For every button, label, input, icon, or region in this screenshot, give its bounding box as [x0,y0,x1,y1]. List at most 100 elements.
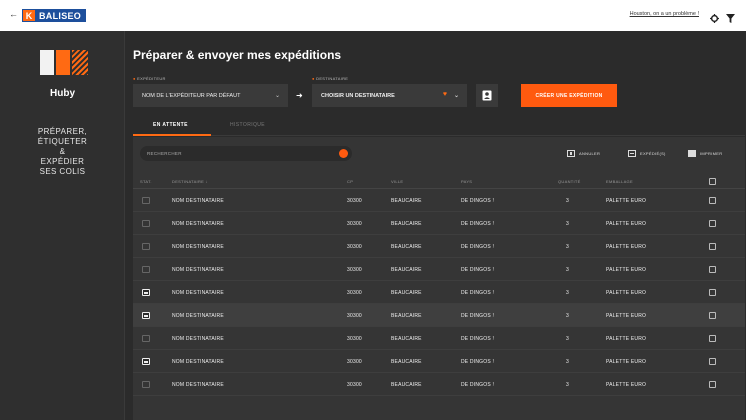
cell-cp: 30300 [347,267,362,273]
search-placeholder: RECHERCHER [147,151,182,156]
ship-icon [628,150,636,157]
recipient-select[interactable]: CHOISIR UN DESTINATAIRE ♥ ⌄ [312,84,467,107]
row-checkbox[interactable] [709,220,716,227]
table-row[interactable]: NOM DESTINATAIRE 30300 BEAUCAIRE DE DINGOS … [133,212,745,235]
row-checkbox[interactable] [709,197,716,204]
column-stat[interactable]: STAT. [140,179,152,184]
cell-city: BEAUCAIRE [391,198,422,204]
cell-recipient: NOM DESTINATAIRE [172,290,224,296]
print-label: IMPRIMER [700,151,723,156]
cell-cp: 30300 [347,244,362,250]
table-row[interactable]: NOM DESTINATAIRE 30300 BEAUCAIRE DE DINGOS … [133,281,745,304]
cell-packaging: PALETTE EURO [606,290,647,296]
baliseo-logo[interactable]: K BALISEO [22,9,87,22]
recipient-select-value: CHOISIR UN DESTINATAIRE [321,92,395,99]
row-checkbox[interactable] [709,243,716,250]
cell-packaging: PALETTE EURO [606,221,647,227]
cell-quantity: 3 [566,290,569,296]
column-cp[interactable]: CP [347,179,353,184]
print-button[interactable]: IMPRIMER [688,150,722,157]
row-checkbox[interactable] [709,266,716,273]
column-packaging[interactable]: EMBALLAGE [606,179,633,184]
table-row[interactable]: NOM DESTINATAIRE 30300 BEAUCAIRE DE DINGOS … [133,189,745,212]
main-content: Préparer & envoyer mes expéditions ● EXP… [126,31,746,420]
gear-icon[interactable] [710,10,719,28]
cell-packaging: PALETTE EURO [606,313,647,319]
cell-country: DE DINGOS ! [461,290,495,296]
row-checkbox[interactable] [709,289,716,296]
column-quantity[interactable]: QUANTITÉ [558,179,581,184]
chevron-down-icon: ⌄ [453,93,459,99]
shipments-panel: RECHERCHER ANNULER EXPÉDIÉ(S) IMPRIMER S… [133,137,745,420]
tab-history[interactable]: HISTORIQUE [230,122,265,128]
filter-icon[interactable] [726,10,735,28]
status-icon [142,335,150,342]
cell-city: BEAUCAIRE [391,359,422,365]
cell-packaging: PALETTE EURO [606,382,647,388]
cell-country: DE DINGOS ! [461,382,495,388]
table-row[interactable]: NOM DESTINATAIRE 30300 BEAUCAIRE DE DINGOS … [133,350,745,373]
tab-pending[interactable]: EN ATTENTE [153,122,188,128]
sidebar-tagline: PRÉPARER, ÉTIQUETER & EXPÉDIER SES COLIS [0,127,125,177]
select-all-checkbox[interactable] [709,178,716,185]
table-row[interactable]: NOM DESTINATAIRE 30300 BEAUCAIRE DE DINGOS … [133,258,745,281]
cell-city: BEAUCAIRE [391,336,422,342]
table-row[interactable]: NOM DESTINATAIRE 30300 BEAUCAIRE DE DINGOS … [133,327,745,350]
create-shipment-button[interactable]: CRÉER UNE EXPÉDITION [521,84,617,107]
address-book-button[interactable] [476,84,498,107]
cell-quantity: 3 [566,198,569,204]
help-link[interactable]: Houston, on a un problème ! [630,11,699,17]
heart-icon[interactable]: ♥ [443,91,447,98]
back-arrow-icon[interactable]: ← [9,9,18,19]
cell-packaging: PALETTE EURO [606,336,647,342]
ship-button[interactable]: EXPÉDIÉ(S) [628,150,666,157]
cell-recipient: NOM DESTINATAIRE [172,267,224,273]
tagline-line: ÉTIQUETER [37,137,88,146]
cell-country: DE DINGOS ! [461,221,495,227]
status-icon [142,381,150,388]
status-icon [142,220,150,227]
recipient-label: ● DESTINATAIRE [312,76,349,81]
cell-recipient: NOM DESTINATAIRE [172,359,224,365]
row-checkbox[interactable] [709,381,716,388]
search-input[interactable]: RECHERCHER [140,146,352,161]
cell-cp: 30300 [347,359,362,365]
row-checkbox[interactable] [709,335,716,342]
cell-packaging: PALETTE EURO [606,244,647,250]
table-row[interactable]: NOM DESTINATAIRE 30300 BEAUCAIRE DE DINGOS … [133,373,745,396]
app-name: Huby [50,88,75,99]
status-icon [142,358,150,365]
chevron-down-icon: ⌄ [274,93,280,99]
cell-packaging: PALETTE EURO [606,359,647,365]
table-row[interactable]: NOM DESTINATAIRE 30300 BEAUCAIRE DE DINGOS … [133,304,745,327]
column-recipient[interactable]: DESTINATAIRE ↓ [172,179,208,184]
cell-quantity: 3 [566,336,569,342]
tagline-line: & [59,147,66,156]
cell-country: DE DINGOS ! [461,198,495,204]
column-city[interactable]: VILLE [391,179,403,184]
search-icon[interactable] [339,149,348,158]
table-row[interactable]: NOM DESTINATAIRE 30300 BEAUCAIRE DE DINGOS … [133,235,745,258]
sender-label: ● EXPÉDITEUR [133,76,166,81]
tagline-line: EXPÉDIER [40,157,85,166]
cell-quantity: 3 [566,244,569,250]
page-title: Préparer & envoyer mes expéditions [133,48,342,62]
sender-select-value: NOM DE L'EXPÉDITEUR PAR DÉFAUT [142,92,241,99]
cell-cp: 30300 [347,336,362,342]
cell-country: DE DINGOS ! [461,244,495,250]
row-checkbox[interactable] [709,358,716,365]
cancel-button[interactable]: ANNULER [567,150,600,157]
logo-mark: K [23,10,35,21]
tagline-line: PRÉPARER, [37,127,88,136]
cell-quantity: 3 [566,359,569,365]
status-icon [142,289,150,296]
sender-select[interactable]: NOM DE L'EXPÉDITEUR PAR DÉFAUT ⌄ [133,84,288,107]
row-checkbox[interactable] [709,312,716,319]
status-icon [142,266,150,273]
cell-city: BEAUCAIRE [391,267,422,273]
column-country[interactable]: PAYS [461,179,472,184]
cell-city: BEAUCAIRE [391,244,422,250]
status-icon [142,243,150,250]
cell-quantity: 3 [566,221,569,227]
tagline-line: SES COLIS [39,167,86,176]
